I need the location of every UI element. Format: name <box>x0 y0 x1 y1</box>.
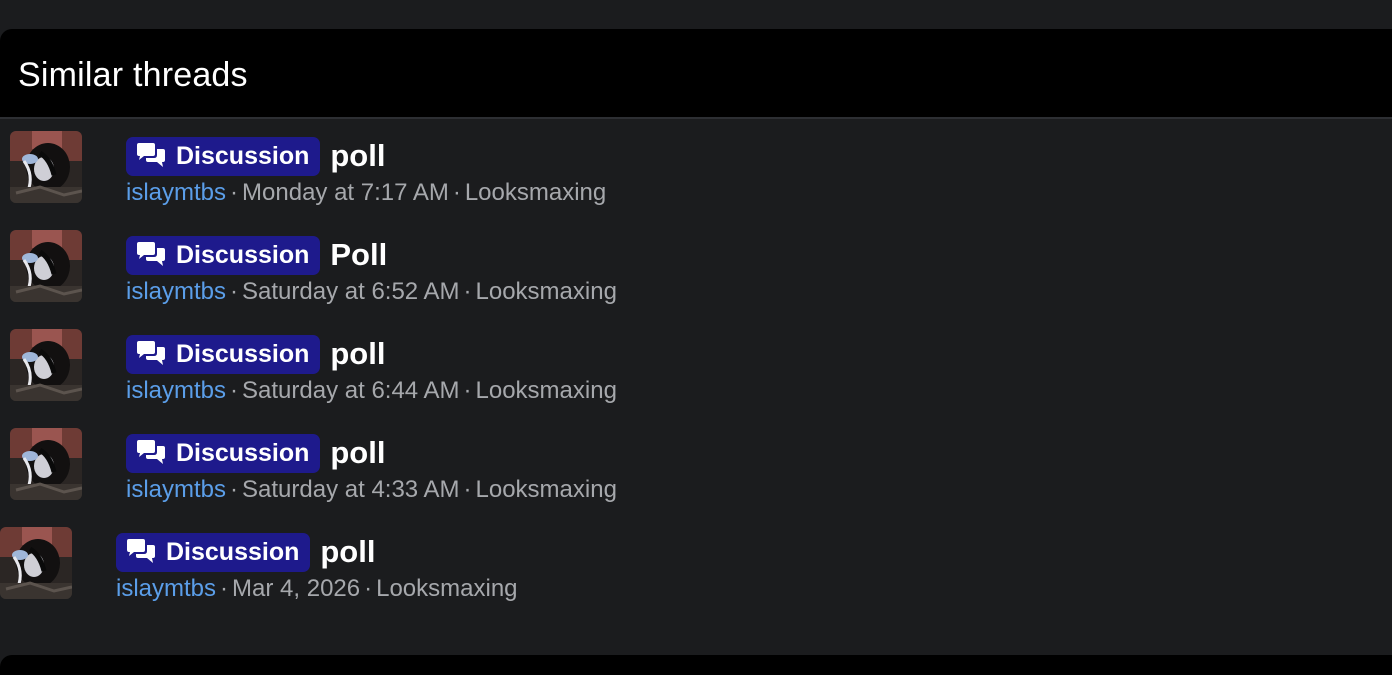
speech-bubbles-icon <box>135 439 167 467</box>
thread-date[interactable]: Monday at 7:17 AM <box>242 179 449 206</box>
prefix-label: Discussion <box>176 240 310 269</box>
thread-title-link[interactable]: poll <box>330 334 385 374</box>
author-link[interactable]: islaymtbs <box>126 377 226 404</box>
meta-separator: · <box>230 179 239 206</box>
user-avatar[interactable] <box>10 230 82 302</box>
user-avatar[interactable] <box>10 329 82 401</box>
thread-meta: islaymtbs · Saturday at 6:44 AM · Looksmaxin… <box>126 377 617 405</box>
thread-title-line: Discussion poll <box>126 334 385 374</box>
prefix-badge[interactable]: Discussion <box>126 136 321 176</box>
thread-date[interactable]: Mar 4, 2026 <box>232 575 360 602</box>
thread-item: Discussion Poll islaymtbs · Saturday at 6:… <box>0 228 1392 327</box>
similar-threads-header: Similar threads <box>0 29 1392 119</box>
user-avatar[interactable] <box>0 527 72 599</box>
thread-meta: islaymtbs · Mar 4, 2026 · Looksmaxing <box>116 575 518 603</box>
thread-item: Discussion poll islaymtbs · Saturday at 6:… <box>0 327 1392 426</box>
thread-title-line: Discussion poll <box>116 532 375 572</box>
forum-link[interactable]: Looksmaxing <box>476 278 617 305</box>
thread-title-line: Discussion Poll <box>126 235 387 275</box>
section-title: Similar threads <box>18 56 248 94</box>
thread-meta: islaymtbs · Monday at 7:17 AM · Looksmaxing <box>126 179 606 207</box>
speech-bubbles-icon <box>135 340 167 368</box>
prefix-badge[interactable]: Discussion <box>126 235 321 275</box>
prefix-label: Discussion <box>166 537 300 566</box>
forum-link[interactable]: Looksmaxing <box>465 179 606 206</box>
speech-bubbles-icon <box>135 241 167 269</box>
next-block-edge <box>0 655 1392 675</box>
thread-date[interactable]: Saturday at 6:44 AM <box>242 377 459 404</box>
meta-separator: · <box>230 476 239 503</box>
meta-separator: · <box>452 179 461 206</box>
meta-separator: · <box>463 278 472 305</box>
thread-title-line: Discussion poll <box>126 136 385 176</box>
user-avatar[interactable] <box>10 131 82 203</box>
thread-item: Discussion poll islaymtbs · Monday at 7:17… <box>0 129 1392 228</box>
thread-title-link[interactable]: poll <box>320 532 375 572</box>
user-avatar[interactable] <box>10 428 82 500</box>
thread-meta: islaymtbs · Saturday at 6:52 AM · Looksmaxin… <box>126 278 617 306</box>
thread-meta: islaymtbs · Saturday at 4:33 AM · Looksmaxin… <box>126 476 617 504</box>
prefix-label: Discussion <box>176 339 310 368</box>
prefix-label: Discussion <box>176 438 310 467</box>
meta-separator: · <box>463 476 472 503</box>
thread-date[interactable]: Saturday at 6:52 AM <box>242 278 459 305</box>
author-link[interactable]: islaymtbs <box>126 476 226 503</box>
thread-title-link[interactable]: Poll <box>330 235 387 275</box>
prefix-badge[interactable]: Discussion <box>116 532 311 572</box>
author-link[interactable]: islaymtbs <box>126 179 226 206</box>
thread-item: Discussion poll islaymtbs · Saturday at 4:… <box>0 426 1392 525</box>
meta-separator: · <box>230 377 239 404</box>
forum-link[interactable]: Looksmaxing <box>476 377 617 404</box>
forum-link[interactable]: Looksmaxing <box>476 476 617 503</box>
forum-link[interactable]: Looksmaxing <box>376 575 517 602</box>
meta-separator: · <box>364 575 373 602</box>
meta-separator: · <box>463 377 472 404</box>
speech-bubbles-icon <box>125 538 157 566</box>
prefix-badge[interactable]: Discussion <box>126 334 321 374</box>
prefix-badge[interactable]: Discussion <box>126 433 321 473</box>
thread-date[interactable]: Saturday at 4:33 AM <box>242 476 459 503</box>
thread-item: Discussion poll islaymtbs · Mar 4, 2026 · Lo… <box>0 525 1392 624</box>
prefix-label: Discussion <box>176 141 310 170</box>
author-link[interactable]: islaymtbs <box>116 575 216 602</box>
speech-bubbles-icon <box>135 142 167 170</box>
author-link[interactable]: islaymtbs <box>126 278 226 305</box>
thread-title-line: Discussion poll <box>126 433 385 473</box>
thread-title-link[interactable]: poll <box>330 433 385 473</box>
thread-title-link[interactable]: poll <box>330 136 385 176</box>
meta-separator: · <box>220 575 229 602</box>
meta-separator: · <box>230 278 239 305</box>
